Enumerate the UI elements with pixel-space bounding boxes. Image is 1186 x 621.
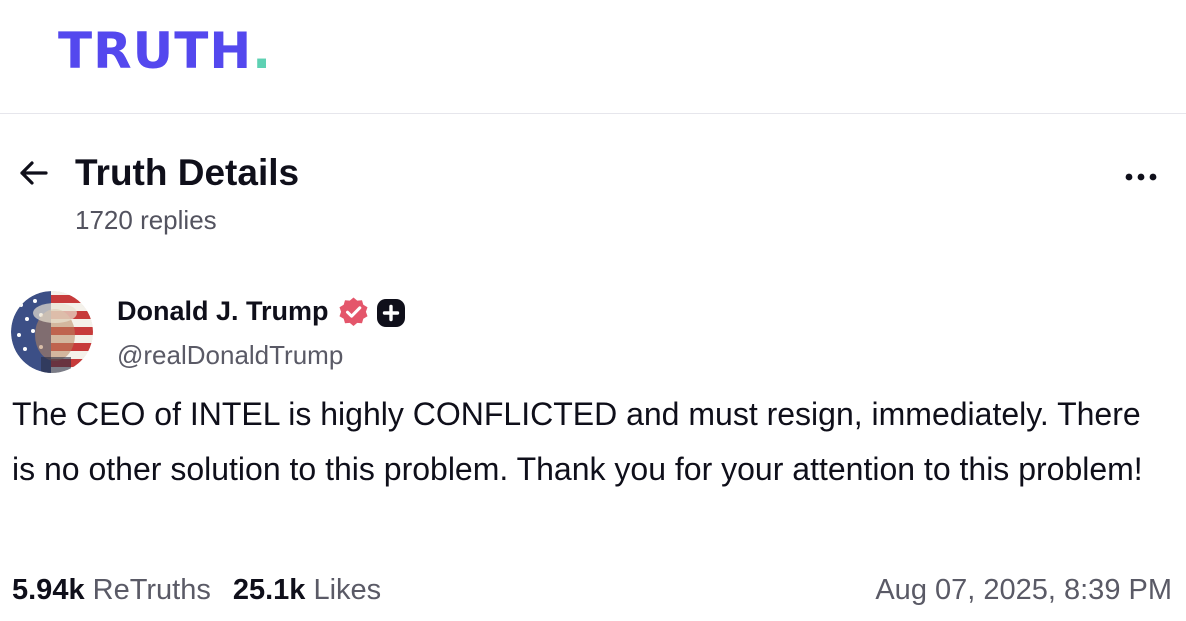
plus-badge-icon [376,298,406,328]
more-horizontal-icon[interactable] [1120,165,1164,189]
author-handle[interactable]: @realDonaldTrump [117,338,343,372]
logo-text: TRUTH [58,22,253,80]
likes-count: 25.1k [232,574,306,606]
retruths-count: 5.94k [12,574,85,606]
truth-logo[interactable]: TRUTH. [58,22,272,80]
post-timestamp: Aug 07, 2025, 8:39 PM [875,574,1172,606]
author-name[interactable]: Donald J. Trump [117,294,329,328]
avatar[interactable] [11,291,93,373]
post-stats: 5.94k ReTruths 25.1k Likes [12,570,403,610]
retruths-stat[interactable]: 5.94k ReTruths [12,570,211,610]
likes-stat[interactable]: 25.1k Likes [233,570,381,610]
post-text: The CEO of INTEL is highly CONFLICTED an… [12,396,1143,487]
verified-badge-icon [337,296,370,329]
page-title: Truth Details [75,152,300,193]
replies-count: 1720 replies [75,205,217,235]
retruths-label: ReTruths [92,574,211,606]
likes-label: Likes [313,574,382,606]
top-bar: TRUTH. [0,0,1186,114]
arrow-left-icon[interactable] [16,155,52,191]
truth-details-page: TRUTH. Truth Details 1720 replies Donald… [0,0,1186,621]
logo-dot: . [252,22,273,80]
